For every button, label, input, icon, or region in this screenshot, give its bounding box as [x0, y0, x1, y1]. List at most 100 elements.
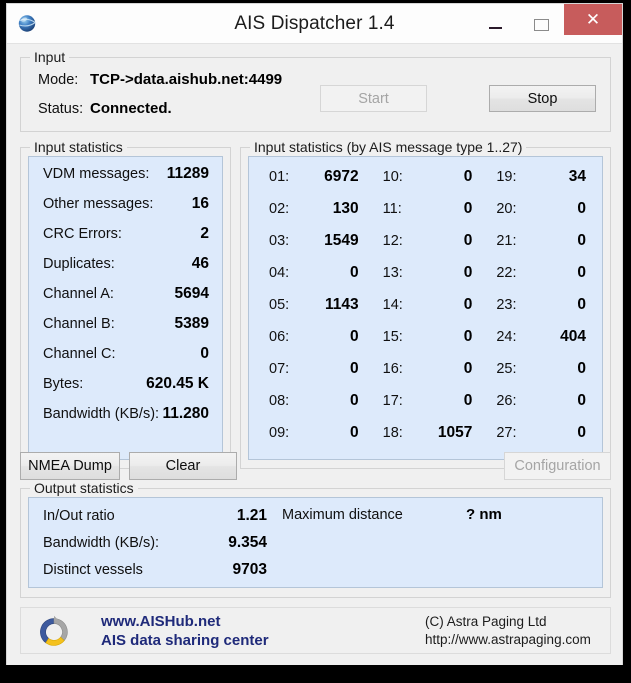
message-type-count: 0 [577, 264, 586, 281]
output-statistic-value: 1.21 [236, 507, 267, 524]
message-type-label: 23: [496, 297, 517, 313]
message-type-cell: 12: 0 [369, 225, 483, 257]
statistic-value: 16 [191, 195, 209, 212]
message-type-cell: 15: 0 [369, 321, 483, 353]
input-group-label: Input [30, 49, 70, 65]
message-type-label: 13: [382, 265, 403, 281]
message-type-label: 08: [269, 393, 290, 409]
application-window: AIS Dispatcher 1.4 ✕ Input Mode: TCP->da… [6, 3, 623, 665]
output-statistics-panel: In/Out ratio 1.21 Bandwidth (KB/s): 9.354 Di… [28, 497, 603, 588]
message-type-label: 07: [269, 361, 290, 377]
message-type-label: 04: [269, 265, 290, 281]
statistic-label: Bytes: [43, 376, 84, 392]
message-type-cell: 14: 0 [369, 289, 483, 321]
statistic-row: Bandwidth (KB/s): 11.280 [29, 400, 222, 430]
statistic-row: Duplicates: 46 [29, 250, 222, 280]
output-statistic-row: Distinct vessels 9703 [29, 557, 602, 584]
message-type-count: 0 [463, 328, 473, 345]
message-type-label: 27: [496, 425, 517, 441]
mode-label: Mode: [38, 72, 79, 88]
output-statistic-label: Distinct vessels [43, 562, 143, 578]
copyright-url: http://www.astrapaging.com [425, 632, 591, 647]
message-type-label: 26: [496, 393, 517, 409]
clear-button[interactable]: Clear [129, 452, 237, 480]
message-type-count: 1143 [325, 296, 359, 313]
message-type-count: 404 [560, 328, 586, 345]
message-type-count: 0 [577, 296, 586, 313]
footer-bar: www.AISHub.net AIS data sharing center (… [20, 607, 611, 654]
message-type-label: 05: [269, 297, 290, 313]
mode-value: TCP->data.aishub.net:4499 [90, 71, 283, 88]
minimize-button[interactable] [472, 4, 518, 35]
statistic-row: CRC Errors: 2 [29, 220, 222, 250]
message-types-group-label: Input statistics (by AIS message type 1.… [250, 139, 527, 155]
message-type-label: 12: [382, 233, 403, 249]
message-type-cell: 02: 130 [255, 193, 369, 225]
message-type-count: 0 [577, 392, 586, 409]
output-statistics-group-label: Output statistics [30, 480, 138, 496]
message-type-count: 6972 [324, 168, 359, 185]
message-type-cell: 23: 0 [482, 289, 596, 321]
statistic-label: VDM messages: [43, 166, 150, 182]
message-type-cell: 11: 0 [369, 193, 483, 225]
input-statistics-panel: VDM messages: 11289 Other messages: 16 CRC E… [28, 156, 223, 460]
copyright-text: (C) Astra Paging Ltd [425, 614, 547, 629]
message-type-count: 0 [350, 424, 359, 441]
message-type-count: 1549 [324, 232, 359, 249]
message-type-count: 0 [350, 392, 359, 409]
input-statistics-group: Input statistics VDM messages: 11289 Other… [20, 139, 231, 469]
message-type-cell: 08: 0 [255, 385, 369, 417]
max-distance-label: Maximum distance [282, 507, 403, 523]
message-type-cell: 01: 6972 [255, 161, 369, 193]
message-type-label: 20: [496, 201, 517, 217]
message-type-count: 0 [463, 168, 473, 185]
maximize-icon [533, 18, 549, 31]
brand-site-name: www.AISHub.net [101, 613, 221, 630]
message-type-count: 0 [463, 264, 473, 281]
message-type-label: 06: [269, 329, 290, 345]
message-type-cell: 21: 0 [482, 225, 596, 257]
message-type-cell: 16: 0 [369, 353, 483, 385]
minimize-icon [488, 27, 502, 29]
message-type-label: 16: [382, 361, 403, 377]
statistic-row: VDM messages: 11289 [29, 160, 222, 190]
message-type-label: 18: [382, 425, 403, 441]
maximize-button[interactable] [518, 4, 564, 35]
message-type-count: 0 [350, 264, 359, 281]
message-type-count: 0 [463, 296, 473, 313]
client-area: Input Mode: TCP->data.aishub.net:4499 St… [7, 44, 622, 665]
stop-button[interactable]: Stop [489, 85, 596, 112]
start-button[interactable]: Start [320, 85, 427, 112]
statistic-value: 5389 [174, 315, 209, 332]
brand-tagline: AIS data sharing center [101, 632, 269, 649]
message-type-label: 17: [382, 393, 403, 409]
message-type-count: 0 [463, 392, 473, 409]
statistic-value: 620.45 K [146, 375, 209, 392]
message-type-cell: 07: 0 [255, 353, 369, 385]
message-type-label: 03: [269, 233, 290, 249]
message-type-cell: 13: 0 [369, 257, 483, 289]
message-type-cell: 10: 0 [369, 161, 483, 193]
configuration-button[interactable]: Configuration [504, 452, 611, 480]
output-statistic-value: 9703 [232, 561, 267, 578]
status-value: Connected. [90, 100, 172, 117]
message-type-label: 22: [496, 265, 517, 281]
close-icon: ✕ [585, 10, 601, 29]
message-type-cell: 03: 1549 [255, 225, 369, 257]
message-type-label: 14: [382, 297, 403, 313]
message-type-count: 0 [577, 232, 586, 249]
message-type-cell: 05: 1143 [255, 289, 369, 321]
statistic-row: Channel C: 0 [29, 340, 222, 370]
statistic-value: 11.280 [162, 405, 209, 422]
close-button[interactable]: ✕ [564, 4, 622, 35]
message-type-count: 0 [577, 360, 586, 377]
nmea-dump-button[interactable]: NMEA Dump [20, 452, 120, 480]
message-type-label: 02: [269, 201, 290, 217]
message-type-label: 25: [496, 361, 517, 377]
message-type-cell: 25: 0 [482, 353, 596, 385]
message-type-cell: 22: 0 [482, 257, 596, 289]
message-type-cell: 09: 0 [255, 417, 369, 449]
message-type-cell: 27: 0 [482, 417, 596, 449]
statistic-label: Other messages: [43, 196, 154, 212]
message-type-count: 0 [577, 200, 586, 217]
